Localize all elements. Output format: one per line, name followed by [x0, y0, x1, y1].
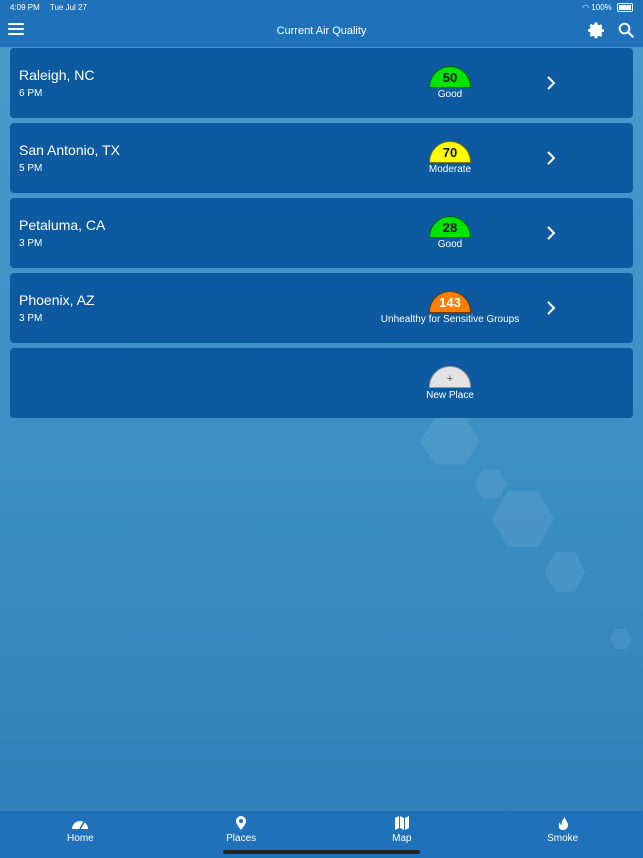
- bg-hex: [475, 469, 507, 499]
- menu-icon[interactable]: [8, 23, 24, 37]
- place-city: San Antonio, TX: [19, 142, 120, 158]
- place-city: Raleigh, NC: [19, 67, 95, 83]
- place-time: 3 PM: [19, 238, 43, 249]
- gear-icon[interactable]: [587, 21, 605, 39]
- status-time: 4:09 PM: [10, 3, 40, 12]
- tab-label: Places: [226, 833, 257, 844]
- aqi-category: Moderate: [428, 164, 472, 175]
- gauge-icon: [72, 821, 89, 830]
- places-list: Raleigh, NC 6 PM 50 Good San Antonio, TX…: [10, 48, 633, 423]
- place-card[interactable]: Petaluma, CA 3 PM 28 Good: [10, 198, 633, 268]
- page-title: Current Air Quality: [276, 25, 367, 37]
- tab-home[interactable]: Home: [0, 811, 161, 858]
- place-city: Phoenix, AZ: [19, 292, 95, 308]
- aqi-category: Unhealthy for Sensitive Groups: [380, 314, 520, 325]
- chevron-right-icon: [547, 301, 556, 315]
- tab-label: Map: [392, 833, 412, 844]
- place-time: 6 PM: [19, 88, 43, 99]
- plus-icon: +: [429, 366, 471, 388]
- aqi-category: Good: [437, 239, 463, 250]
- new-place-button[interactable]: + New Place: [10, 348, 633, 418]
- place-card[interactable]: Phoenix, AZ 3 PM 143 Unhealthy for Sensi…: [10, 273, 633, 343]
- search-icon[interactable]: [617, 21, 635, 39]
- chevron-right-icon: [547, 151, 556, 165]
- new-place-label: New Place: [426, 390, 474, 401]
- bg-hex: [492, 491, 554, 547]
- place-time: 5 PM: [19, 163, 43, 174]
- place-card[interactable]: Raleigh, NC 6 PM 50 Good: [10, 48, 633, 118]
- wifi-icon: ◠: [582, 2, 590, 12]
- battery-icon: [617, 3, 633, 13]
- status-date: Tue Jul 27: [49, 3, 87, 12]
- chevron-right-icon: [547, 76, 556, 90]
- map-icon: [394, 816, 409, 830]
- aqi-gauge: 50: [429, 66, 471, 88]
- status-bar: 4:09 PM Tue Jul 27 ◠ 100%: [0, 0, 643, 15]
- place-card[interactable]: San Antonio, TX 5 PM 70 Moderate: [10, 123, 633, 193]
- aqi-gauge: 143: [429, 291, 471, 313]
- map-pin-icon: [236, 816, 247, 830]
- bg-hex: [545, 552, 585, 592]
- fire-icon: [558, 817, 568, 830]
- place-time: 3 PM: [19, 313, 43, 324]
- aqi-gauge: 28: [429, 216, 471, 238]
- bg-hex: [610, 629, 632, 649]
- aqi-gauge: 70: [429, 141, 471, 163]
- nav-bar: Current Air Quality: [0, 15, 643, 47]
- place-city: Petaluma, CA: [19, 217, 106, 233]
- tab-label: Home: [67, 833, 94, 844]
- tab-smoke[interactable]: Smoke: [482, 811, 643, 858]
- chevron-right-icon: [547, 226, 556, 240]
- aqi-category: Good: [437, 89, 463, 100]
- home-indicator: [223, 850, 420, 854]
- tab-label: Smoke: [547, 833, 579, 844]
- battery-percent: 100%: [591, 2, 612, 12]
